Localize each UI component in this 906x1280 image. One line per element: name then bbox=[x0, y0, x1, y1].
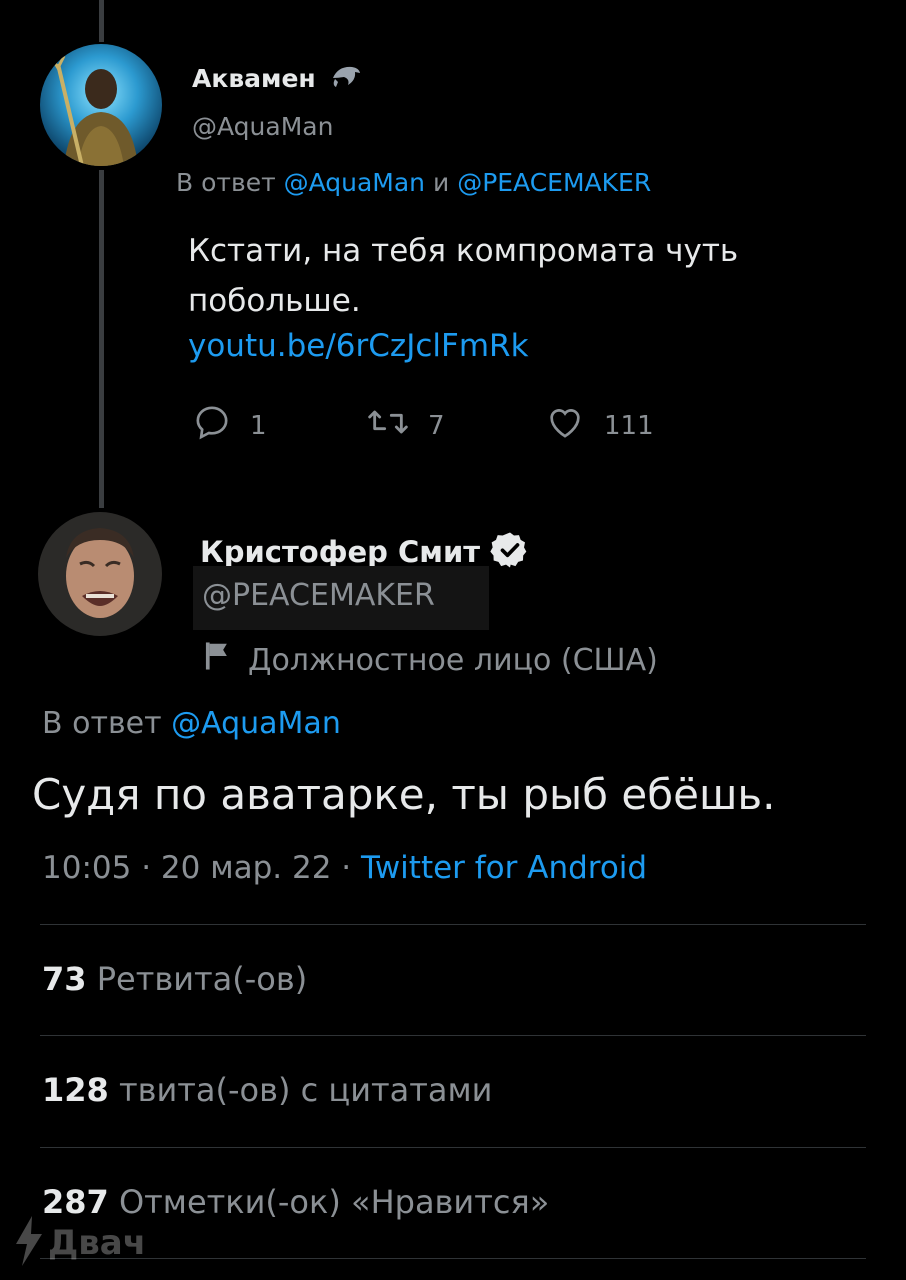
government-label[interactable]: Должностное лицо (США) bbox=[202, 640, 658, 680]
thread-line-bottom bbox=[99, 170, 104, 508]
reply-user-link[interactable]: @AquaMan bbox=[171, 706, 341, 741]
dolphin-icon bbox=[330, 62, 362, 94]
quotes-stat[interactable]: 128 твита(-ов) с цитатами bbox=[42, 1071, 492, 1109]
tweet-time[interactable]: 10:05 bbox=[42, 850, 131, 886]
quotes-count: 128 bbox=[42, 1071, 109, 1109]
author-handle[interactable]: @AquaMan bbox=[192, 112, 333, 141]
like-count: 111 bbox=[604, 410, 654, 441]
reply-count: 1 bbox=[250, 410, 267, 441]
lightning-icon bbox=[14, 1216, 44, 1270]
reply-and: и bbox=[432, 168, 450, 197]
retweets-stat[interactable]: 73 Ретвита(-ов) bbox=[42, 960, 307, 998]
tweet-link[interactable]: youtu.be/6rCzJclFmRk bbox=[188, 328, 529, 364]
likes-label: Отметки(-ок) «Нравится» bbox=[118, 1183, 550, 1221]
timestamp-line: 10:05 · 20 мар. 22 · Twitter for Android bbox=[42, 850, 647, 886]
reply-icon bbox=[192, 402, 232, 449]
author-handle[interactable]: @PEACEMAKER bbox=[202, 578, 435, 613]
divider bbox=[40, 1035, 866, 1036]
reply-user-link[interactable]: @PEACEMAKER bbox=[457, 168, 651, 197]
heart-icon bbox=[544, 402, 586, 449]
reply-user-link[interactable]: @AquaMan bbox=[284, 168, 425, 197]
tweet-date[interactable]: 20 мар. 22 bbox=[161, 850, 332, 886]
watermark: Двач bbox=[14, 1216, 146, 1270]
retweet-action[interactable]: 7 bbox=[366, 402, 445, 449]
author-name[interactable]: Аквамен bbox=[192, 64, 316, 93]
government-label-text: Должностное лицо (США) bbox=[248, 642, 658, 678]
tweet-text: Кстати, на тебя компромата чуть побольше… bbox=[188, 233, 739, 319]
retweets-label: Ретвита(-ов) bbox=[96, 960, 308, 998]
tweet-text: Судя по аватарке, ты рыб ебёшь. bbox=[32, 770, 776, 819]
reply-to-line: В ответ @AquaMan и @PEACEMAKER bbox=[176, 168, 651, 197]
divider bbox=[40, 1147, 866, 1148]
separator: · bbox=[141, 850, 152, 886]
reply-action[interactable]: 1 bbox=[192, 402, 267, 449]
separator: · bbox=[341, 850, 352, 886]
quotes-label: твита(-ов) с цитатами bbox=[118, 1071, 493, 1109]
divider bbox=[40, 1258, 866, 1259]
like-action[interactable]: 111 bbox=[544, 402, 654, 449]
reply-prefix: В ответ bbox=[176, 168, 276, 197]
flag-icon bbox=[202, 640, 232, 680]
avatar-aquaman[interactable] bbox=[40, 44, 162, 166]
tweet-source[interactable]: Twitter for Android bbox=[361, 850, 647, 886]
retweet-count: 7 bbox=[428, 410, 445, 441]
thread-line-top bbox=[99, 0, 104, 42]
verified-badge-icon bbox=[490, 530, 530, 574]
watermark-text: Двач bbox=[48, 1223, 147, 1263]
retweets-count: 73 bbox=[42, 960, 87, 998]
author-name[interactable]: Кристофер Смит bbox=[200, 535, 480, 569]
avatar-peacemaker[interactable] bbox=[38, 512, 162, 636]
reply-prefix: В ответ bbox=[42, 706, 162, 741]
divider bbox=[40, 924, 866, 925]
reply-to-line: В ответ @AquaMan bbox=[42, 706, 341, 741]
retweet-icon bbox=[366, 402, 410, 449]
